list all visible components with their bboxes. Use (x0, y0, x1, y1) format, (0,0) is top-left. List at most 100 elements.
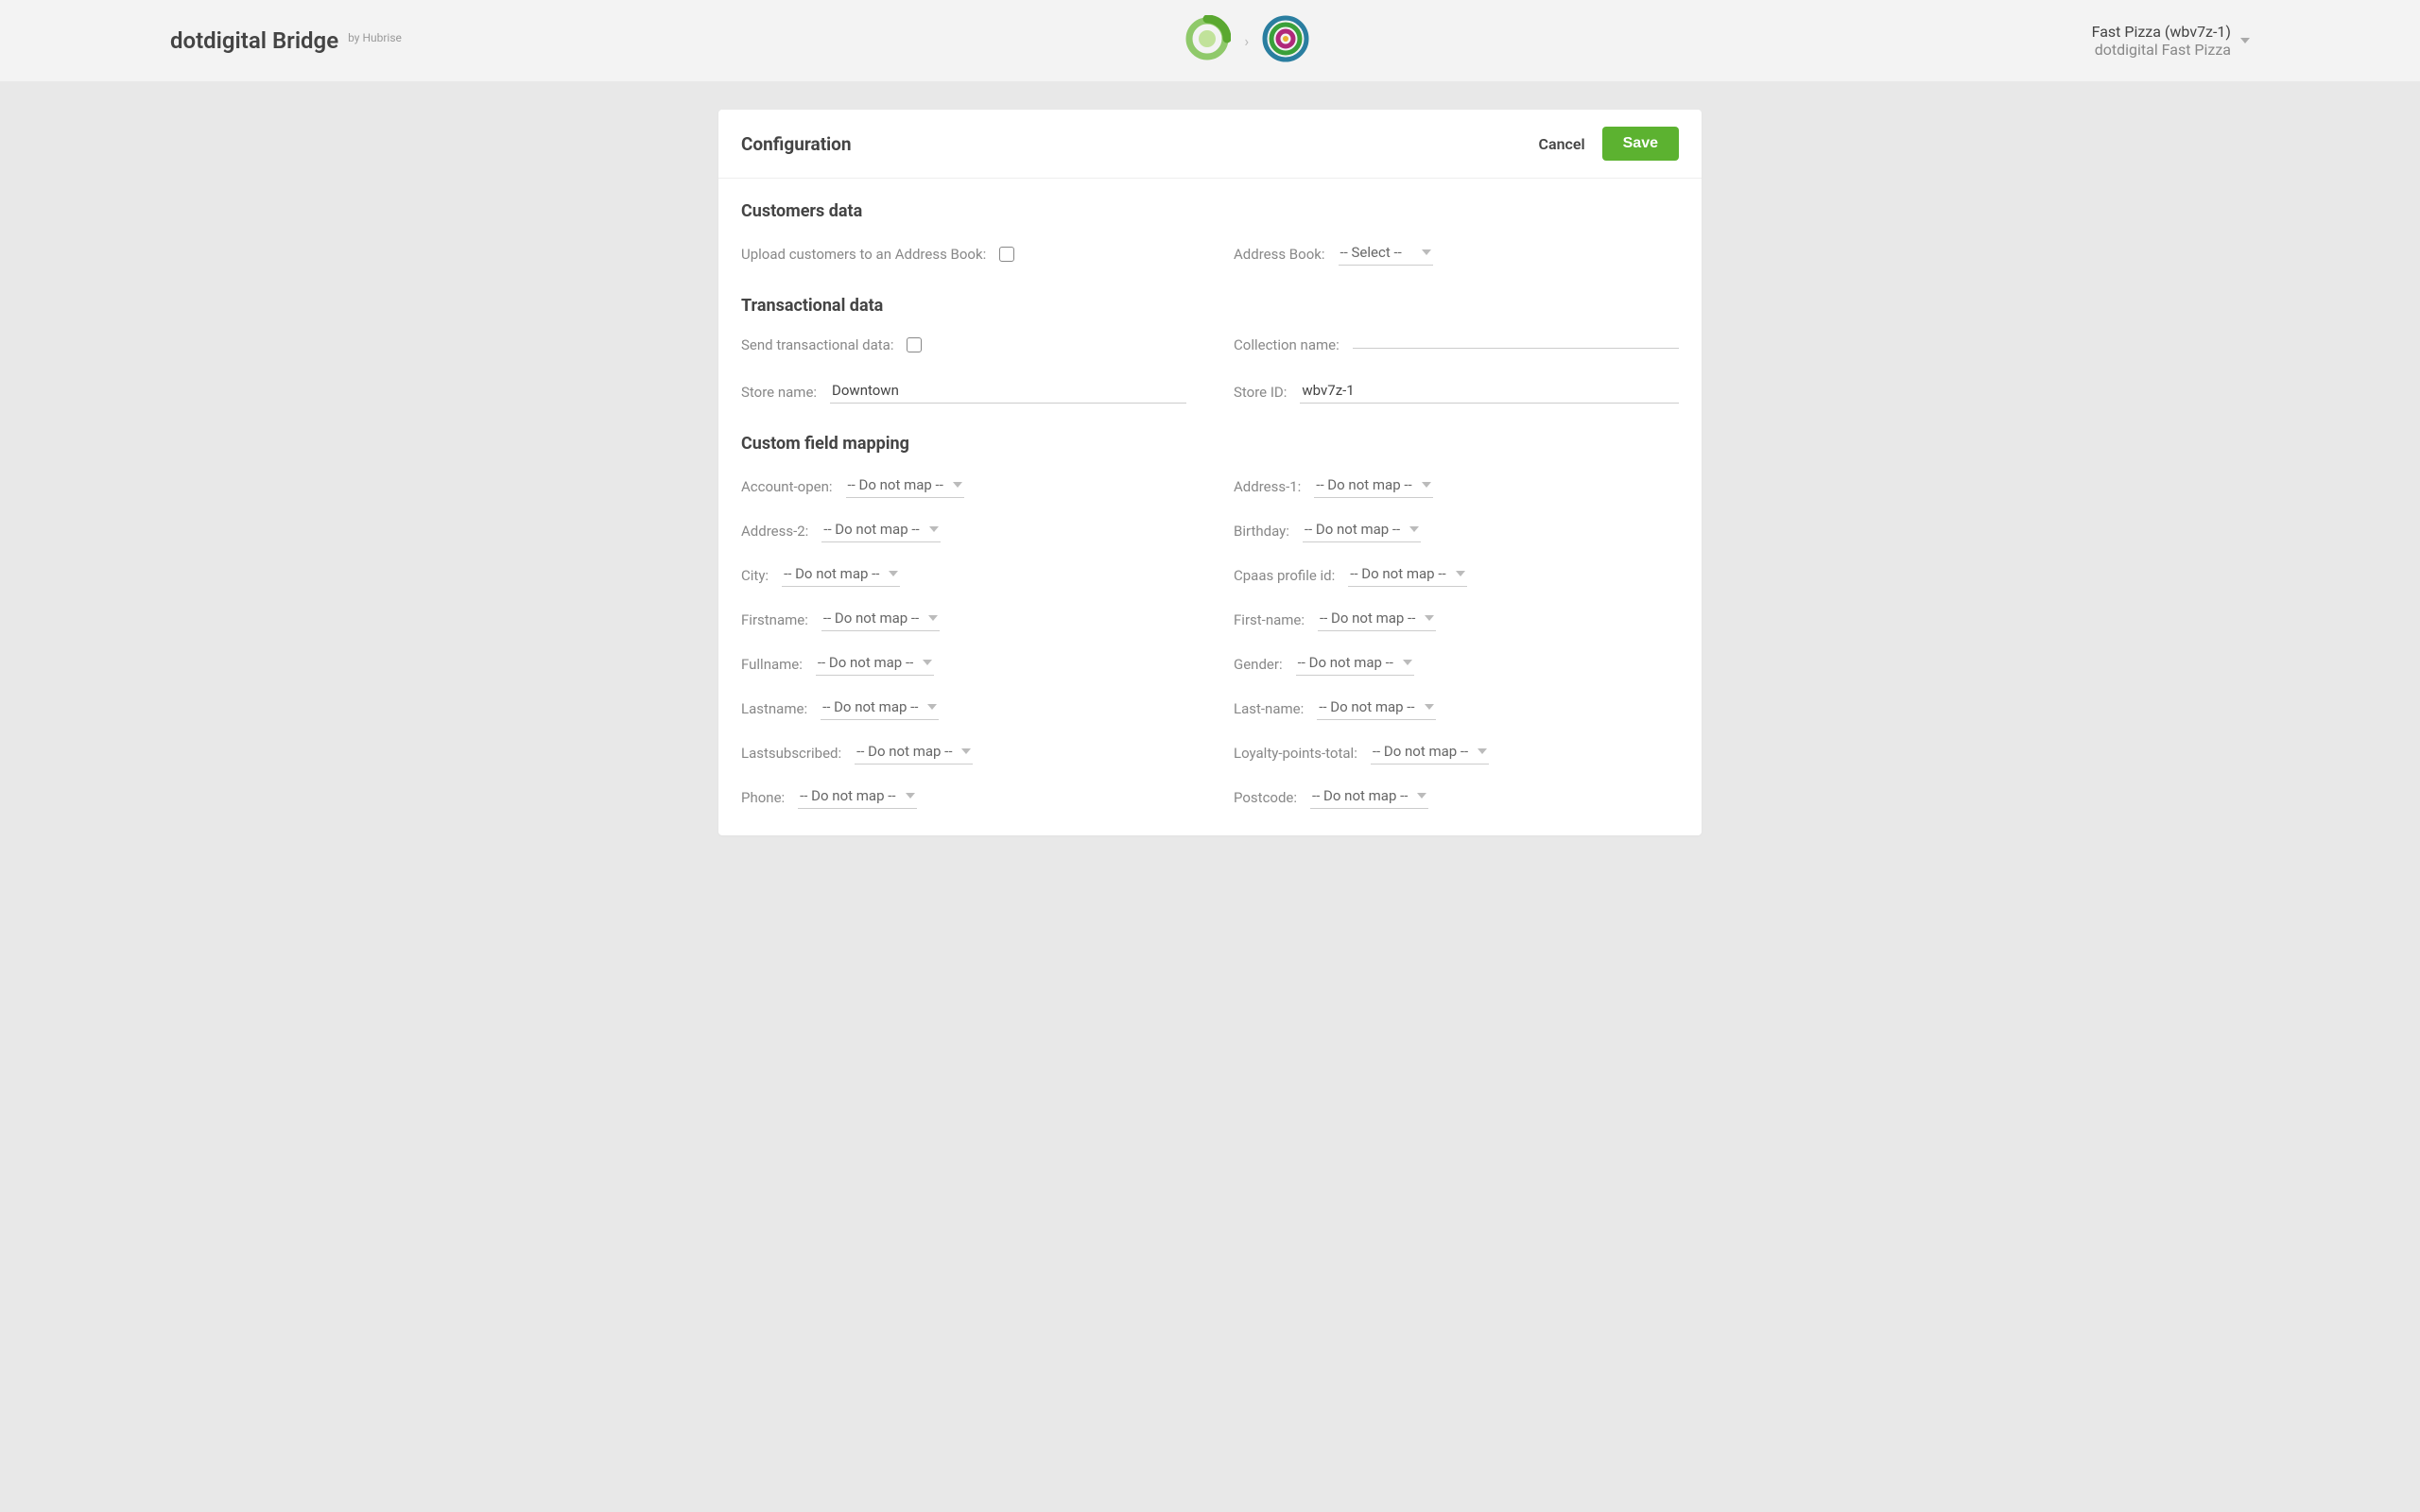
section-title-customers: Customers data (741, 201, 1679, 221)
select-address-book[interactable]: -- Select -- (1339, 242, 1433, 266)
mapping-select[interactable]: -- Do not map -- (816, 652, 934, 676)
mapping-label: Lastname: (741, 700, 807, 717)
config-card: Configuration Cancel Save Customers data… (718, 110, 1702, 835)
row-store-name: Store name: Downtown (741, 380, 1186, 404)
mapping-label: Phone: (741, 789, 785, 806)
card-header: Configuration Cancel Save (718, 110, 1702, 178)
select-value: -- Do not map -- (823, 521, 919, 538)
dotdigital-logo-icon (1262, 15, 1309, 66)
select-value: -- Do not map -- (1350, 565, 1445, 582)
input-value: wbv7z-1 (1302, 382, 1354, 399)
chevron-down-icon (1456, 571, 1465, 576)
select-value: -- Do not map -- (1373, 743, 1468, 760)
input-value: Downtown (832, 382, 899, 399)
mapping-select[interactable]: -- Do not map -- (1314, 474, 1432, 498)
select-value: -- Do not map -- (784, 565, 879, 582)
cancel-button[interactable]: Cancel (1539, 135, 1585, 153)
save-button[interactable]: Save (1602, 127, 1679, 161)
select-value: -- Do not map -- (818, 654, 913, 671)
mapping-select[interactable]: -- Do not map -- (855, 741, 973, 765)
app-title: dotdigital Bridge (170, 27, 338, 54)
chevron-down-icon (889, 571, 898, 576)
select-value: -- Do not map -- (1319, 698, 1414, 715)
mapping-select[interactable]: -- Do not map -- (1310, 785, 1428, 809)
chevron-down-icon (1478, 748, 1487, 754)
mapping-row: Address-2: -- Do not map -- (741, 519, 1186, 542)
mapping-row: Cpaas profile id: -- Do not map -- (1234, 563, 1679, 587)
chevron-down-icon (1417, 793, 1426, 799)
mapping-select[interactable]: -- Do not map -- (821, 696, 939, 720)
input-store-name[interactable]: Downtown (830, 380, 1186, 404)
input-store-id[interactable]: wbv7z-1 (1300, 380, 1679, 404)
select-value: -- Do not map -- (800, 787, 895, 804)
mapping-label: Last-name: (1234, 700, 1304, 717)
account-switcher[interactable]: Fast Pizza (wbv7z-1) dotdigital Fast Piz… (2092, 23, 2250, 59)
chevron-down-icon (928, 615, 938, 621)
mapping-row: Account-open: -- Do not map -- (741, 474, 1186, 498)
label-store-name: Store name: (741, 384, 817, 401)
row-collection-name: Collection name: (1234, 336, 1679, 353)
select-value: -- Select -- (1340, 244, 1402, 261)
section-transactional: Transactional data Send transactional da… (718, 273, 1702, 411)
label-address-book: Address Book: (1234, 246, 1325, 263)
card-actions: Cancel Save (1539, 127, 1679, 161)
checkbox-upload-customers[interactable] (999, 247, 1014, 262)
hubrise-logo-icon (1184, 15, 1231, 66)
label-send-transactional: Send transactional data: (741, 336, 893, 353)
select-value: -- Do not map -- (1298, 654, 1393, 671)
chevron-down-icon (927, 704, 937, 710)
section-mapping: Custom field mapping Account-open: -- Do … (718, 411, 1702, 816)
mapping-label: First-name: (1234, 611, 1305, 628)
chevron-down-icon (1422, 249, 1431, 255)
mapping-select[interactable]: -- Do not map -- (1296, 652, 1414, 676)
mapping-select[interactable]: -- Do not map -- (846, 474, 964, 498)
mapping-label: Birthday: (1234, 523, 1289, 540)
chevron-right-icon: › (1244, 32, 1249, 50)
chevron-down-icon (906, 793, 915, 799)
select-value: -- Do not map -- (1316, 476, 1411, 493)
mapping-row: Birthday: -- Do not map -- (1234, 519, 1679, 542)
mapping-label: Address-2: (741, 523, 808, 540)
mapping-label: Account-open: (741, 478, 833, 495)
mapping-label: Lastsubscribed: (741, 745, 841, 762)
chevron-down-icon (1425, 704, 1434, 710)
card-title: Configuration (741, 133, 852, 155)
mapping-row: Fullname: -- Do not map -- (741, 652, 1186, 676)
row-send-transactional: Send transactional data: (741, 336, 1186, 353)
select-value: -- Do not map -- (848, 476, 943, 493)
select-value: -- Do not map -- (1305, 521, 1400, 538)
mapping-label: Cpaas profile id: (1234, 567, 1335, 584)
mapping-label: Postcode: (1234, 789, 1297, 806)
mapping-label: Gender: (1234, 656, 1283, 673)
mapping-label: Fullname: (741, 656, 803, 673)
mapping-row: Postcode: -- Do not map -- (1234, 785, 1679, 809)
app-header: dotdigital Bridge by Hubrise › Fast Pizz… (0, 0, 2420, 81)
mapping-select[interactable]: -- Do not map -- (782, 563, 900, 587)
chevron-down-icon (923, 660, 932, 665)
mapping-select[interactable]: -- Do not map -- (1371, 741, 1489, 765)
input-collection-name[interactable] (1353, 342, 1679, 349)
chevron-down-icon (953, 482, 962, 488)
header-left: dotdigital Bridge by Hubrise (170, 27, 402, 54)
row-store-id: Store ID: wbv7z-1 (1234, 380, 1679, 404)
section-title-mapping: Custom field mapping (741, 434, 1679, 454)
section-customers: Customers data Upload customers to an Ad… (718, 179, 1702, 273)
mapping-select[interactable]: -- Do not map -- (821, 608, 940, 631)
mapping-select[interactable]: -- Do not map -- (1318, 608, 1436, 631)
select-value: -- Do not map -- (822, 698, 918, 715)
mapping-row: Phone: -- Do not map -- (741, 785, 1186, 809)
mapping-select[interactable]: -- Do not map -- (1317, 696, 1435, 720)
mapping-label: Address-1: (1234, 478, 1301, 495)
mapping-select[interactable]: -- Do not map -- (821, 519, 940, 542)
mapping-row: Firstname:-- Do not map -- (741, 608, 1186, 631)
mapping-select[interactable]: -- Do not map -- (798, 785, 916, 809)
mapping-row: Last-name: -- Do not map -- (1234, 696, 1679, 720)
checkbox-send-transactional[interactable] (907, 337, 922, 352)
mapping-row: First-name: -- Do not map -- (1234, 608, 1679, 631)
chevron-down-icon (2240, 38, 2250, 43)
mapping-label: Loyalty-points-total: (1234, 745, 1357, 762)
mapping-select[interactable]: -- Do not map -- (1303, 519, 1421, 542)
label-store-id: Store ID: (1234, 384, 1287, 401)
mapping-row: Gender: -- Do not map -- (1234, 652, 1679, 676)
mapping-select[interactable]: -- Do not map -- (1348, 563, 1466, 587)
